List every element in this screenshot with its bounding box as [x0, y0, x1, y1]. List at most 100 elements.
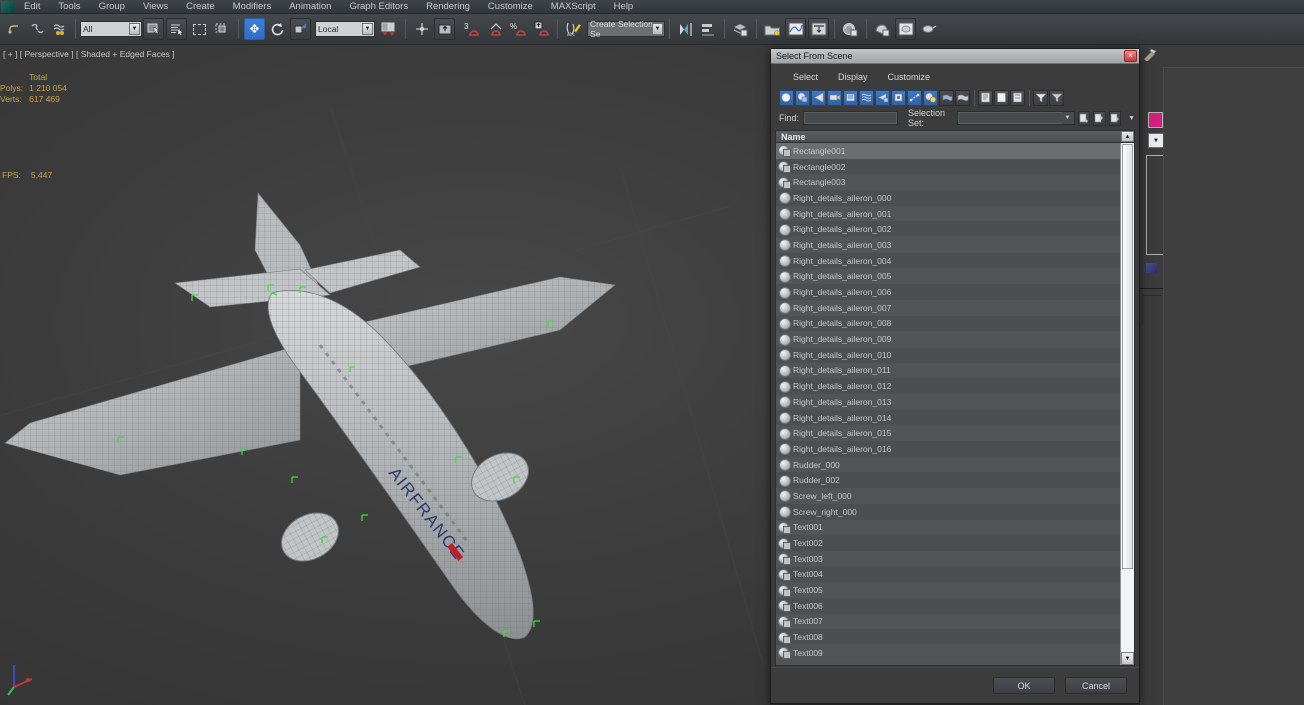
display-space-warps-icon[interactable] [859, 89, 874, 106]
select-and-move-icon[interactable]: ✥ [244, 18, 265, 40]
menu-item-customize[interactable]: Customize [479, 0, 542, 14]
display-cameras-icon[interactable] [827, 89, 842, 106]
list-item[interactable]: Right_details_aileron_006 [776, 284, 1120, 300]
rectangular-selection-region-icon[interactable] [189, 18, 210, 40]
display-xrefs-icon[interactable] [891, 89, 906, 106]
display-helpers-icon[interactable] [843, 89, 858, 106]
angle-snap-toggle-icon[interactable]: 3 [462, 18, 483, 40]
select-and-manipulate-icon[interactable] [411, 18, 432, 40]
list-item[interactable]: Right_details_aileron_001 [776, 205, 1120, 222]
undo-icon[interactable] [3, 18, 24, 40]
align-icon[interactable] [698, 18, 719, 40]
create-selection-set-icon[interactable] [1077, 110, 1091, 126]
list-item[interactable]: Rectangle003 [776, 174, 1120, 191]
chevron-down-icon[interactable]: ▼ [1061, 112, 1074, 124]
display-none-icon[interactable] [939, 89, 954, 106]
list-item[interactable]: Right_details_aileron_005 [776, 268, 1120, 285]
list-item[interactable]: Right_details_aileron_004 [776, 252, 1120, 269]
list-item[interactable]: Text005 [776, 582, 1120, 598]
dialog-menu-select[interactable]: Select [783, 72, 828, 82]
list-item[interactable]: Text001 [776, 519, 1120, 536]
list-item[interactable]: Right_details_aileron_002 [776, 221, 1120, 238]
list-item[interactable]: Right_details_aileron_009 [776, 331, 1120, 347]
list-item[interactable]: Text003 [776, 550, 1120, 567]
dialog-menu-customize[interactable]: Customize [878, 72, 941, 82]
chevron-down-icon[interactable]: ▼ [1128, 115, 1135, 122]
scene-object-list[interactable]: Rectangle001 Rectangle002 Rectangle003 Righ… [775, 143, 1135, 666]
menu-item-tools[interactable]: Tools [49, 0, 89, 14]
menu-item-group[interactable]: Group [90, 0, 134, 14]
filter-icon[interactable] [1033, 89, 1048, 106]
edit-named-selection-sets-icon[interactable]: abc [563, 18, 584, 40]
utilities-hammer-icon[interactable] [1142, 47, 1158, 61]
expand-all-icon[interactable] [994, 89, 1009, 106]
select-by-name-icon[interactable] [166, 18, 187, 40]
list-item[interactable]: Right_details_aileron_003 [776, 237, 1120, 253]
list-item[interactable]: Right_details_aileron_000 [776, 190, 1120, 206]
percent-snap-toggle-icon[interactable]: % [508, 18, 529, 40]
chevron-down-icon[interactable]: ▼ [652, 23, 663, 35]
material-editor-icon[interactable] [840, 18, 861, 40]
object-color-swatch[interactable] [1148, 112, 1163, 128]
list-item[interactable]: Text007 [776, 613, 1120, 630]
rendered-frame-window-icon[interactable] [895, 18, 916, 40]
vertical-scroll-thumb[interactable] [1122, 144, 1133, 569]
menu-item-rendering[interactable]: Rendering [417, 0, 479, 14]
list-item[interactable]: Rudder_000 [776, 456, 1120, 473]
mirror-icon[interactable] [675, 18, 696, 40]
display-shapes-icon[interactable] [795, 89, 810, 106]
list-item[interactable]: Text008 [776, 629, 1120, 645]
spinner-snap-toggle-icon[interactable] [531, 18, 552, 40]
select-and-scale-icon[interactable] [290, 18, 311, 40]
cancel-button[interactable]: Cancel [1065, 677, 1127, 694]
dialog-title-bar[interactable]: Select From Scene × [771, 49, 1139, 64]
use-pivot-point-center-icon[interactable] [379, 18, 400, 40]
ok-button[interactable]: OK [993, 677, 1055, 694]
invert-selection-icon[interactable] [955, 89, 970, 106]
chevron-down-icon[interactable]: ▼ [362, 23, 373, 35]
select-object-icon[interactable] [143, 18, 164, 40]
rename-selection-set-icon[interactable] [1093, 110, 1106, 126]
list-item[interactable]: Right_details_aileron_016 [776, 441, 1120, 457]
list-item[interactable]: Screw_right_000 [776, 503, 1120, 520]
menu-item-graph-editors[interactable]: Graph Editors [340, 0, 417, 14]
chevron-down-icon[interactable]: ▼ [129, 23, 140, 35]
menu-item-views[interactable]: Views [134, 0, 177, 14]
list-item[interactable]: Text009 [776, 645, 1120, 661]
list-item[interactable]: Right_details_aileron_010 [776, 346, 1120, 363]
list-item[interactable]: Text006 [776, 597, 1120, 614]
render-setup-icon[interactable] [872, 18, 893, 40]
select-and-rotate-icon[interactable] [267, 18, 288, 40]
list-item[interactable]: Right_details_aileron_014 [776, 409, 1120, 426]
selection-filter-combo[interactable]: All ▼ [80, 21, 142, 37]
window-crossing-toggle-icon[interactable] [212, 18, 233, 40]
list-column-header[interactable]: Name ▲ [775, 130, 1135, 143]
selection-set-combo[interactable]: ▼ [956, 111, 1075, 125]
close-icon[interactable]: × [1124, 50, 1137, 62]
unlink-selection-icon[interactable] [49, 18, 70, 40]
menu-item-modifiers[interactable]: Modifiers [224, 0, 281, 14]
scroll-down-icon[interactable]: ▼ [1121, 652, 1134, 665]
delete-selection-set-icon[interactable] [1108, 110, 1122, 126]
scroll-up-icon[interactable]: ▲ [1121, 131, 1134, 142]
snaps-toggle-icon[interactable] [434, 18, 455, 40]
layer-manager-icon[interactable] [730, 18, 751, 40]
list-item[interactable]: Text004 [776, 566, 1120, 583]
list-item[interactable]: Right_details_aileron_013 [776, 394, 1120, 410]
menu-item-edit[interactable]: Edit [15, 0, 49, 14]
display-groups-icon[interactable] [875, 89, 890, 106]
dialog-menu-display[interactable]: Display [828, 72, 878, 82]
list-item[interactable]: Right_details_aileron_012 [776, 378, 1120, 394]
vertical-scrollbar[interactable]: ▼ [1120, 143, 1134, 665]
panel-small-icon[interactable] [1146, 263, 1157, 273]
named-selection-sets-combo[interactable]: Create Selection Se ▼ [587, 19, 665, 39]
list-item[interactable]: Right_details_aileron_015 [776, 425, 1120, 442]
list-item[interactable]: Text002 [776, 535, 1120, 551]
schematic-view-icon[interactable] [808, 18, 829, 40]
list-item[interactable]: Right_details_aileron_008 [776, 315, 1120, 332]
display-lights-icon[interactable] [811, 89, 826, 106]
menu-item-help[interactable]: Help [605, 0, 643, 14]
menu-item-maxscript[interactable]: MAXScript [542, 0, 605, 14]
reference-coordinate-system-combo[interactable]: Local ▼ [315, 21, 375, 37]
render-production-icon[interactable] [918, 18, 939, 40]
